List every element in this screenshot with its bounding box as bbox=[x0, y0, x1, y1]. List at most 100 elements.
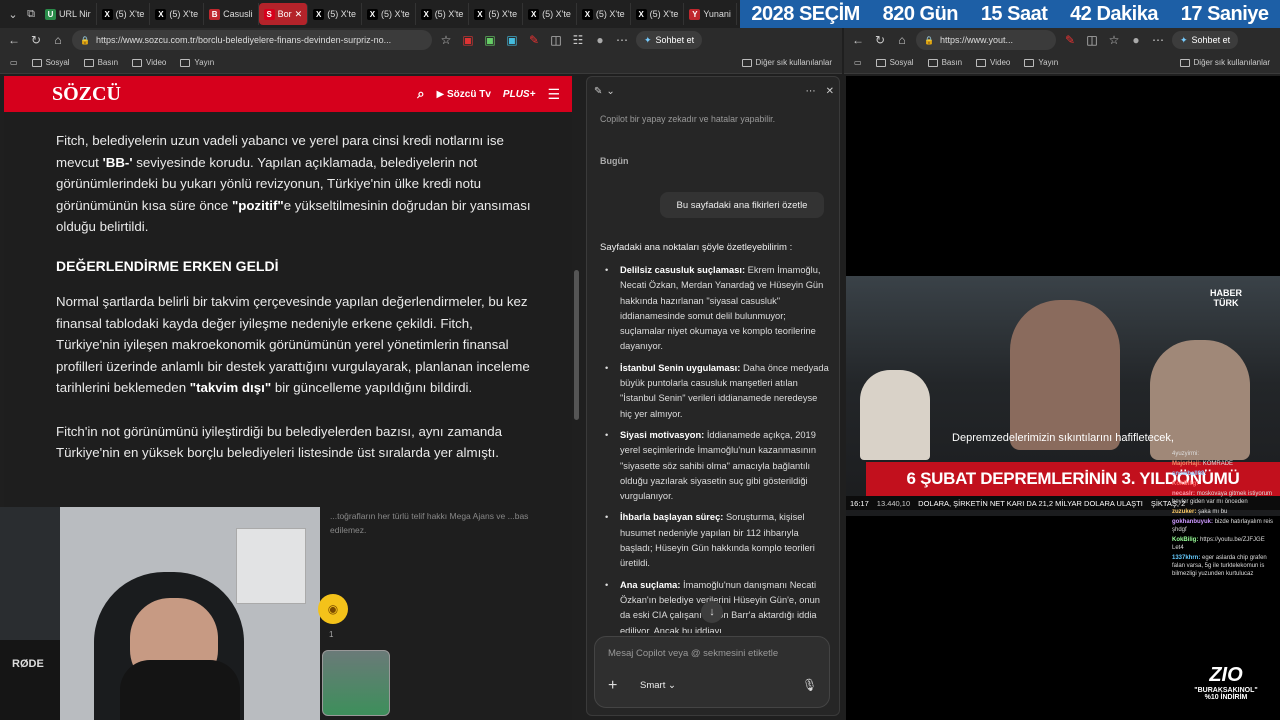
tab-12[interactable]: Y Yunani bbox=[684, 3, 737, 25]
copilot-date-label: Bugün bbox=[600, 156, 629, 166]
split-screen-icon[interactable]: ◫ bbox=[1084, 33, 1100, 47]
favicon-icon: X bbox=[420, 8, 432, 20]
home-icon[interactable]: ⌂ bbox=[50, 33, 66, 47]
back-icon[interactable]: ← bbox=[6, 33, 22, 47]
folder-icon bbox=[875, 58, 886, 67]
tab-4[interactable]: S Bor ✕ bbox=[258, 3, 309, 25]
collections-icon[interactable]: ☷ bbox=[570, 33, 586, 47]
tab-2[interactable]: X (5) X'te bbox=[150, 3, 205, 25]
bookmark-video[interactable]: Video bbox=[976, 58, 1010, 67]
page-scrollbar[interactable] bbox=[574, 270, 579, 420]
close-icon[interactable]: ✕ bbox=[826, 86, 834, 97]
reaction-count: 1 bbox=[329, 630, 334, 639]
profile-avatar[interactable]: ● bbox=[592, 33, 608, 47]
back-icon[interactable]: ← bbox=[850, 33, 866, 47]
bookmark-basin[interactable]: Basın bbox=[927, 58, 962, 67]
more-menu-icon[interactable]: ⋯ bbox=[614, 33, 630, 47]
tab-0[interactable]: U URL Nir bbox=[40, 3, 97, 25]
favicon-icon: B bbox=[209, 8, 221, 20]
tab-label: (5) X'te bbox=[488, 9, 518, 19]
tab-5[interactable]: X (5) X'te bbox=[308, 3, 362, 25]
extension-icon-2[interactable]: ▣ bbox=[482, 33, 498, 47]
copilot-chat-button[interactable]: ✦ Sohbet et bbox=[1172, 31, 1239, 49]
extension-icon-1[interactable]: ▣ bbox=[460, 33, 476, 47]
address-bar[interactable]: 🔒 https://www.sozcu.com.tr/borclu-beledi… bbox=[72, 30, 432, 50]
tab-9[interactable]: X (5) X'te bbox=[523, 3, 577, 25]
bookmark-video[interactable]: Video bbox=[132, 58, 166, 67]
article-paragraph: Normal şartlarda belirli bir takvim çerç… bbox=[56, 294, 530, 395]
home-icon[interactable]: ⌂ bbox=[894, 33, 910, 47]
tab-label: (5) X'te bbox=[380, 9, 410, 19]
scroll-down-icon[interactable]: ↓ bbox=[701, 601, 723, 623]
close-tab-icon[interactable]: ✕ bbox=[295, 9, 303, 20]
left-bookmarks-bar: ▭ Sosyal Basın Video Yayın Diğer sık kul… bbox=[0, 52, 842, 74]
plus-link[interactable]: PLUS+ bbox=[503, 89, 536, 100]
workspaces-icon[interactable]: ⧉ bbox=[22, 5, 40, 23]
tab-label: (5) X'te bbox=[169, 9, 199, 19]
profile-avatar[interactable]: ● bbox=[1128, 33, 1144, 47]
bookmark-sosyal[interactable]: Sosyal bbox=[31, 58, 70, 67]
tab-8[interactable]: X (5) X'te bbox=[469, 3, 524, 25]
refresh-icon[interactable]: ↻ bbox=[28, 33, 44, 47]
mode-selector[interactable]: Smart ⌄ bbox=[640, 680, 676, 691]
article-subheading: DEĞERLENDİRME ERKEN GELDİ bbox=[56, 257, 279, 274]
bookmark-basin[interactable]: Basın bbox=[83, 58, 118, 67]
tab-1[interactable]: X (5) X'te bbox=[97, 3, 151, 25]
ticker-index: 13.440,10 bbox=[876, 498, 911, 508]
favorite-star-icon[interactable]: ☆ bbox=[438, 33, 454, 47]
bookmark-yayin[interactable]: Yayın bbox=[180, 58, 214, 67]
address-bar[interactable]: 🔒 https://www.yout... bbox=[916, 30, 1056, 50]
folder-icon bbox=[741, 58, 752, 67]
microphone-icon[interactable]: 🎙 bbox=[802, 678, 817, 692]
countdown-year-label: 2028 SEÇİM bbox=[751, 2, 860, 25]
favicon-icon: X bbox=[581, 8, 593, 20]
favicon-icon: X bbox=[366, 8, 378, 20]
chevron-down-icon[interactable]: ⌄ bbox=[606, 86, 614, 97]
extension-icon-4[interactable]: ✎ bbox=[1062, 33, 1078, 47]
sidebar-toggle-icon[interactable]: ▭ bbox=[854, 58, 862, 67]
hamburger-menu-icon[interactable]: ☰ bbox=[547, 86, 560, 103]
favicon-icon: X bbox=[528, 8, 540, 20]
other-bookmarks[interactable]: Diğer sık kullanılanlar bbox=[741, 58, 832, 67]
copilot-reply-item: İstanbul Senin uygulaması: Daha önce med… bbox=[603, 361, 829, 422]
bookmark-yayin[interactable]: Yayın bbox=[1024, 58, 1058, 67]
webcam-person-body bbox=[120, 660, 240, 720]
copilot-message-input[interactable] bbox=[594, 636, 830, 708]
more-menu-icon[interactable]: ⋯ bbox=[1150, 33, 1166, 47]
tab-6[interactable]: X (5) X'te bbox=[362, 3, 416, 25]
chevron-down-icon[interactable]: ⌄ bbox=[4, 5, 22, 23]
sozcu-tv-link[interactable]: ▶ Sözcü Tv bbox=[437, 89, 491, 100]
favicon-icon: U bbox=[45, 8, 56, 20]
folder-icon bbox=[1179, 58, 1190, 67]
tab-label: (5) X'te bbox=[595, 9, 625, 19]
copilot-chat-button[interactable]: ✦ Sohbet et bbox=[636, 31, 703, 49]
copilot-reply-item: Delilsiz casusluk suçlaması: Ekrem İmamo… bbox=[603, 263, 829, 355]
tab-10[interactable]: X (5) X'te bbox=[577, 3, 631, 25]
add-attachment-icon[interactable]: + bbox=[608, 677, 617, 695]
extension-icon-3[interactable]: ▣ bbox=[504, 33, 520, 47]
tab-7[interactable]: X (5) X'te bbox=[416, 3, 470, 25]
extension-icon-4[interactable]: ✎ bbox=[526, 33, 542, 47]
more-menu-icon[interactable]: ⋯ bbox=[806, 86, 816, 97]
other-bookmarks[interactable]: Diğer sık kullanılanlar bbox=[1179, 58, 1270, 67]
refresh-icon[interactable]: ↻ bbox=[872, 33, 888, 47]
sozcu-header: SÖZCÜ ⌕ ▶ Sözcü Tv PLUS+ ☰ bbox=[4, 76, 572, 112]
split-screen-icon[interactable]: ◫ bbox=[548, 33, 564, 47]
copilot-reply-item: Siyasi motivasyon: İddianamede açıkça, 2… bbox=[603, 428, 829, 504]
video-subtitle: Depremzedelerimizin sıkıntılarını hafifl… bbox=[952, 432, 1174, 444]
tab-list: U URL Nir X (5) X'te X (5) X'te B Casusli S Bor ✕ X… bbox=[40, 3, 737, 25]
sozcu-logo[interactable]: SÖZCÜ bbox=[52, 83, 121, 106]
sidebar-toggle-icon[interactable]: ▭ bbox=[10, 58, 18, 67]
webcam-picture-frame bbox=[236, 528, 306, 604]
promo-discount: %10 İNDİRİM bbox=[1204, 694, 1248, 701]
tab-3[interactable]: B Casusli bbox=[204, 3, 259, 25]
favorites-icon[interactable]: ☆ bbox=[1106, 33, 1122, 47]
countdown-hours: 15 Saat bbox=[980, 2, 1048, 25]
new-chat-icon[interactable]: ✎ bbox=[594, 86, 602, 97]
left-address-row: ← ↻ ⌂ 🔒 https://www.sozcu.com.tr/borclu-… bbox=[0, 28, 842, 52]
bookmark-sosyal[interactable]: Sosyal bbox=[875, 58, 914, 67]
copilot-reply-item: İhbarla başlayan süreç: Soruşturma, kişi… bbox=[603, 510, 829, 571]
search-icon[interactable]: ⌕ bbox=[417, 86, 424, 102]
user-message: Bu sayfadaki ana fikirleri özetle bbox=[660, 192, 824, 218]
tab-11[interactable]: X (5) X'te bbox=[631, 3, 685, 25]
